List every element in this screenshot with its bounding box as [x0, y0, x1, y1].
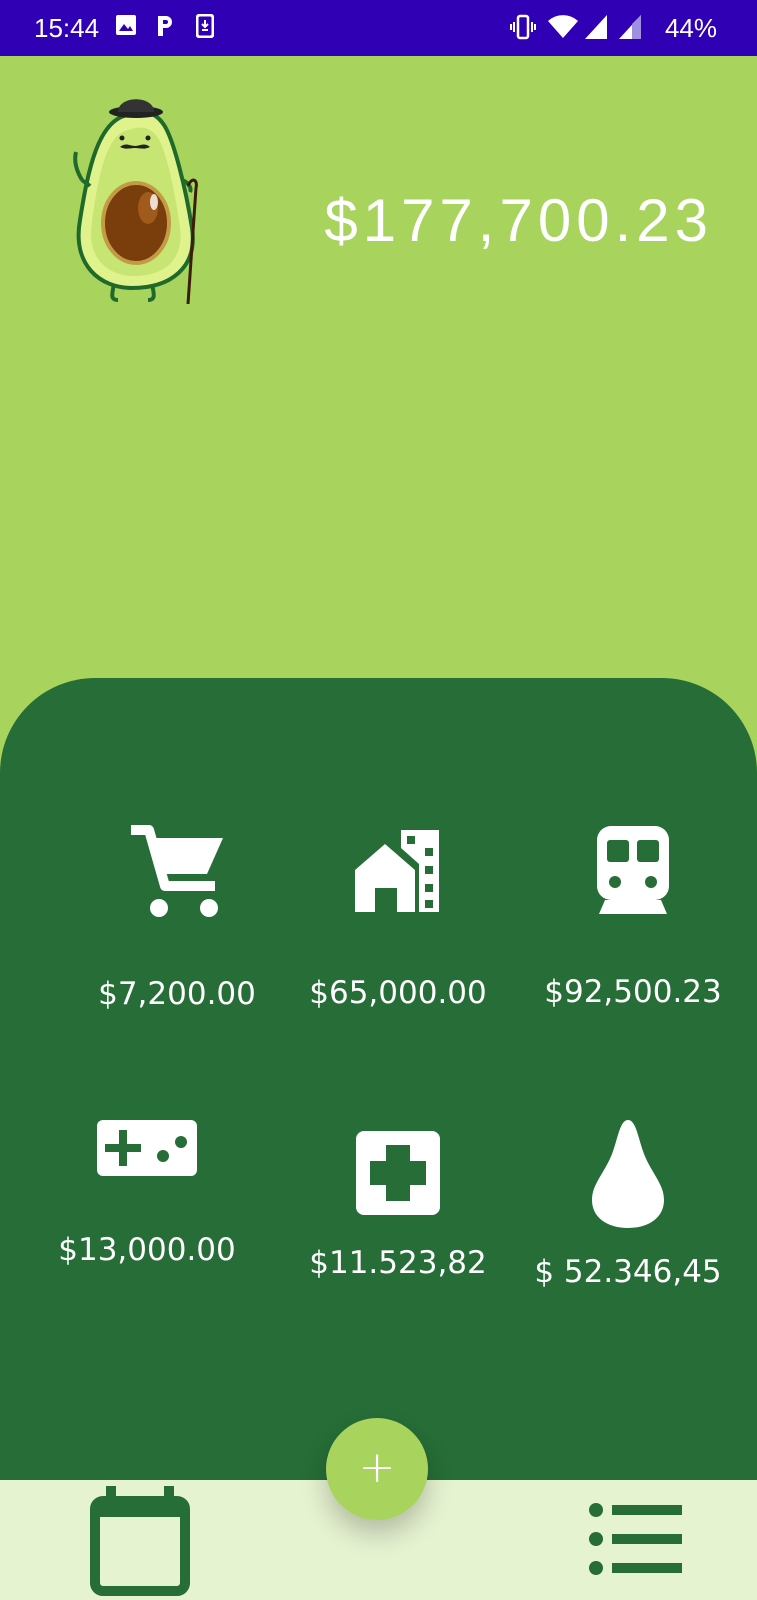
download-icon	[195, 13, 215, 43]
health-icon	[356, 1131, 440, 1215]
category-amount: $11.523,82	[309, 1245, 487, 1281]
water-drop-icon	[592, 1120, 664, 1228]
category-shopping[interactable]: $7,200.00	[67, 824, 287, 1012]
image-icon	[115, 14, 137, 41]
category-amount: $13,000.00	[58, 1232, 236, 1268]
list-icon[interactable]	[588, 1502, 684, 1578]
category-utilities[interactable]: $ 52.346,45	[518, 1118, 738, 1290]
status-bar: 15:44 44%	[0, 0, 757, 56]
category-entertainment[interactable]: $13,000.00	[37, 1118, 257, 1268]
shopping-cart-icon	[131, 825, 223, 917]
category-amount: $7,200.00	[98, 976, 256, 1012]
category-amount: $65,000.00	[309, 975, 487, 1011]
category-health[interactable]: $11.523,82	[288, 1131, 508, 1281]
parking-icon	[155, 14, 175, 43]
category-amount: $ 52.346,45	[534, 1254, 722, 1290]
category-housing[interactable]: $65,000.00	[288, 824, 508, 1011]
battery-level: 44%	[664, 13, 717, 43]
header: $177,700.23	[0, 56, 757, 676]
wifi-icon	[547, 14, 579, 45]
status-time: 15:44	[34, 13, 100, 43]
calendar-icon[interactable]	[90, 1486, 190, 1598]
add-transaction-button[interactable]: +	[326, 1418, 428, 1520]
house-icon	[355, 830, 439, 912]
total-balance: $177,700.23	[324, 187, 713, 254]
category-amount: $92,500.23	[544, 974, 722, 1010]
gamepad-icon	[97, 1120, 197, 1176]
category-transport[interactable]: $92,500.23	[523, 824, 743, 1010]
train-icon	[597, 826, 669, 914]
signal-icon	[584, 14, 608, 45]
signal-icon-2	[618, 14, 642, 45]
vibrate-icon	[510, 14, 536, 45]
avocado-mascot	[73, 99, 198, 305]
categories-panel: $7,200.00 $65,000.00 $92,500.23 $13,000.…	[0, 678, 757, 1480]
